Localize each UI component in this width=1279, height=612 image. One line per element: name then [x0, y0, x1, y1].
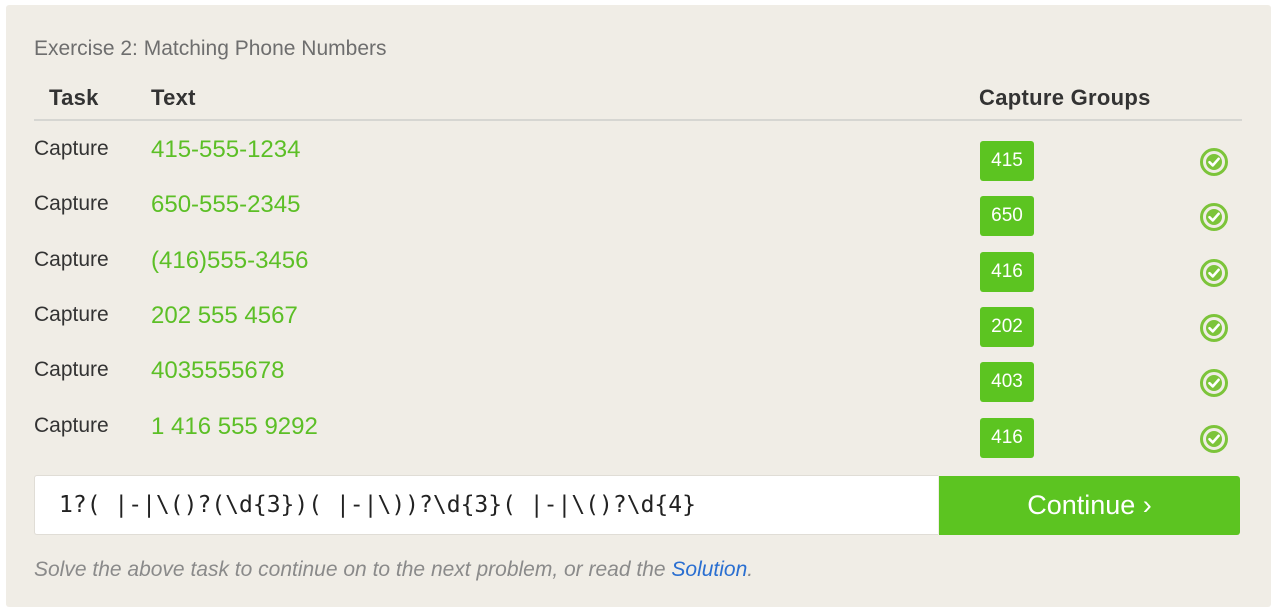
solution-link[interactable]: Solution [671, 558, 747, 581]
footer-period: . [747, 558, 754, 581]
check-circle-icon [1200, 259, 1228, 287]
footer-hint: Solve the above task to continue on to t… [34, 558, 753, 582]
row-task: Capture [34, 137, 109, 160]
capture-group-badge: 202 [980, 307, 1034, 347]
header-capture-groups: Capture Groups [979, 85, 1151, 110]
table-row: Capture 202 555 4567 202 [6, 293, 1271, 349]
regex-input[interactable] [35, 476, 938, 534]
table-row: Capture 1 416 555 9292 416 [6, 404, 1271, 460]
continue-button[interactable]: Continue › [939, 476, 1240, 535]
check-circle-icon [1200, 425, 1228, 453]
table-row: Capture 415-555-1234 415 [6, 127, 1271, 183]
regex-input-container [34, 475, 938, 535]
check-circle-icon [1200, 369, 1228, 397]
table-row: Capture 650-555-2345 650 [6, 182, 1271, 238]
check-circle-icon [1200, 314, 1228, 342]
exercise-panel: Exercise 2: Matching Phone Numbers Task … [6, 5, 1271, 607]
header-task: Task [49, 85, 99, 110]
row-text: 415-555-1234 [151, 136, 301, 163]
row-task: Capture [34, 358, 109, 381]
check-circle-icon [1200, 203, 1228, 231]
header-divider [34, 119, 1242, 121]
row-text: 4035555678 [151, 357, 285, 384]
capture-group-badge: 416 [980, 252, 1034, 292]
table-row: Capture 4035555678 403 [6, 348, 1271, 404]
row-text: 650-555-2345 [151, 191, 301, 218]
row-task: Capture [34, 414, 109, 437]
capture-group-badge: 415 [980, 141, 1034, 181]
check-circle-icon [1200, 148, 1228, 176]
row-task: Capture [34, 192, 109, 215]
row-text: 202 555 4567 [151, 302, 298, 329]
row-task: Capture [34, 303, 109, 326]
capture-group-badge: 650 [980, 196, 1034, 236]
row-text: 1 416 555 9292 [151, 413, 318, 440]
row-task: Capture [34, 248, 109, 271]
table-row: Capture (416)555-3456 416 [6, 238, 1271, 294]
header-text: Text [151, 85, 196, 110]
capture-group-badge: 416 [980, 418, 1034, 458]
footer-text: Solve the above task to continue on to t… [34, 558, 672, 581]
row-text: (416)555-3456 [151, 247, 309, 274]
capture-group-badge: 403 [980, 362, 1034, 402]
exercise-title: Exercise 2: Matching Phone Numbers [34, 37, 387, 60]
